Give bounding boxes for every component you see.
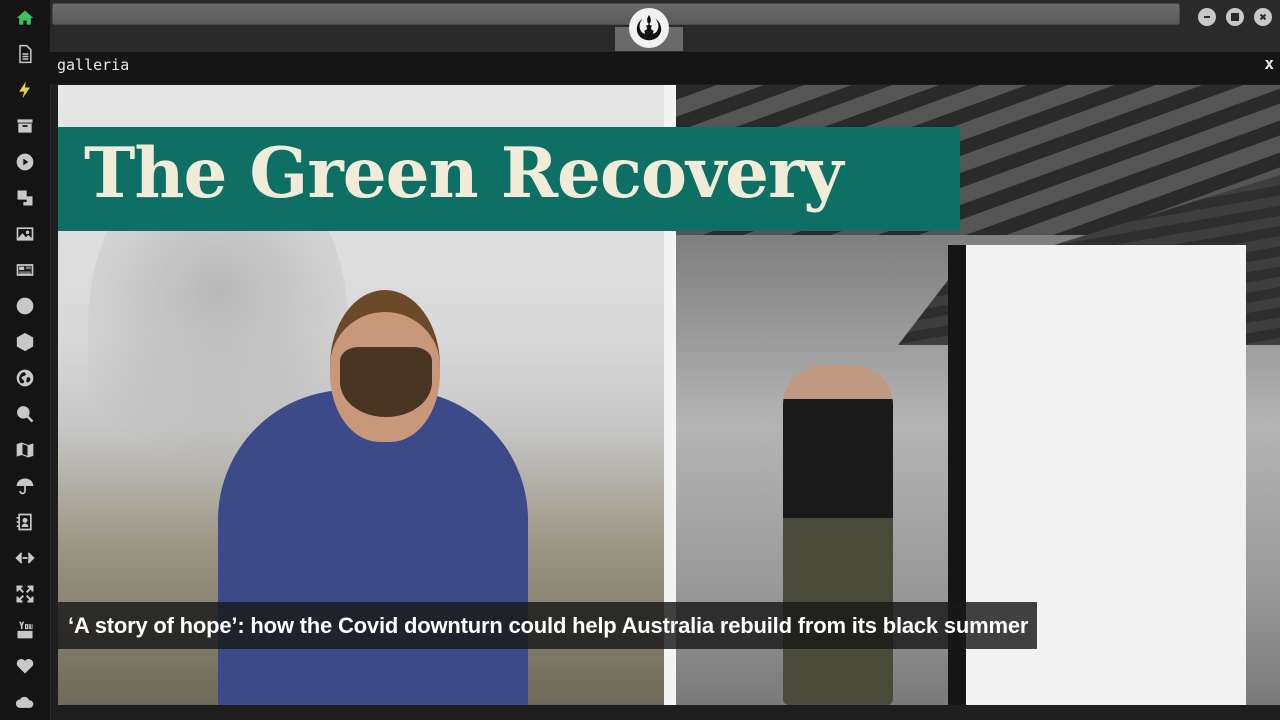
expand-icon[interactable] [14, 583, 36, 605]
minimize-icon [1204, 16, 1210, 18]
translate-icon[interactable] [14, 187, 36, 209]
banner-text: The Green Recovery [84, 133, 843, 214]
address-bar[interactable] [52, 3, 1180, 25]
close-icon [1259, 13, 1267, 21]
archive-icon[interactable] [14, 115, 36, 137]
code-icon[interactable] [14, 547, 36, 569]
search-icon[interactable] [14, 403, 36, 425]
sidebar [0, 0, 51, 720]
rebel-alliance-icon [629, 8, 669, 48]
worker-figure [783, 365, 893, 705]
contact-book-icon[interactable] [14, 511, 36, 533]
map-icon[interactable] [14, 439, 36, 461]
top-bar [50, 0, 1280, 52]
bolt-icon[interactable] [14, 79, 36, 101]
minimize-button[interactable] [1198, 8, 1216, 26]
maximize-button[interactable] [1226, 8, 1244, 26]
globe-icon[interactable] [14, 367, 36, 389]
panel-title: galleria [57, 56, 130, 74]
panel-header: galleria x [50, 52, 1280, 84]
youtube-icon[interactable] [14, 619, 36, 641]
panel-close-button[interactable]: x [1264, 54, 1274, 73]
document-icon[interactable] [14, 43, 36, 65]
home-icon[interactable] [14, 7, 36, 29]
close-window-button[interactable] [1254, 8, 1272, 26]
umbrella-icon[interactable] [14, 475, 36, 497]
headline-banner: The Green Recovery [58, 127, 960, 231]
image-caption: ‘A story of hope’: how the Covid downtur… [58, 602, 1038, 649]
maximize-icon [1231, 13, 1239, 21]
image-icon[interactable] [14, 223, 36, 245]
cloud-icon[interactable] [14, 691, 36, 713]
gallery-image[interactable]: The Green Recovery ‘A story of hope’: ho… [58, 85, 1280, 705]
galactic-empire-icon[interactable] [14, 295, 36, 317]
heart-icon[interactable] [14, 655, 36, 677]
newspaper-icon[interactable] [14, 259, 36, 281]
hexagon-icon[interactable] [14, 331, 36, 353]
play-icon[interactable] [14, 151, 36, 173]
man-beard [340, 347, 432, 417]
